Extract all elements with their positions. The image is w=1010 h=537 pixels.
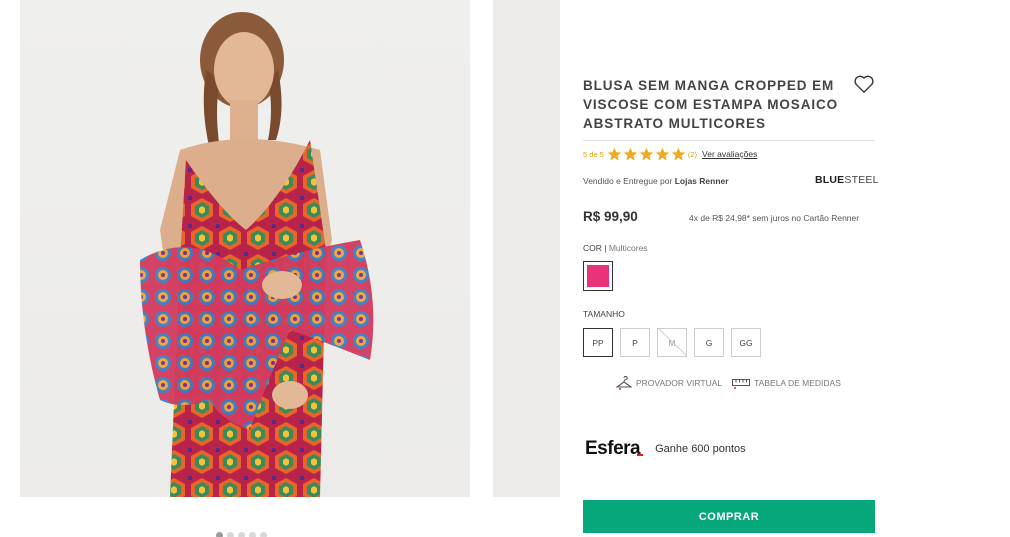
- rating-text: 5 de 5: [583, 149, 604, 159]
- loyalty-banner: Esfera Ganhe 600 pontos: [585, 438, 746, 460]
- brand-part-2: STEEL: [844, 174, 879, 186]
- size-tools: PROVADOR VIRTUAL TABELA DE MEDIDAS: [616, 376, 841, 390]
- seller-prefix: Vendido e Entregue por: [583, 176, 673, 186]
- product-secondary-image[interactable]: [493, 0, 560, 497]
- size-option-m[interactable]: M: [657, 328, 687, 357]
- esfera-logo: Esfera: [585, 438, 644, 459]
- size-option-pp[interactable]: PP: [583, 328, 613, 357]
- product-title: BLUSA SEM MANGA CROPPED EM VISCOSE COM E…: [583, 78, 839, 131]
- brand-part-1: BLUE: [815, 174, 845, 186]
- star-icon: [607, 147, 622, 160]
- gallery-pagination: [216, 532, 267, 537]
- star-icon: [639, 147, 654, 160]
- product-main-image[interactable]: [20, 0, 470, 497]
- size-option-gg[interactable]: GG: [731, 328, 761, 357]
- size-option-g[interactable]: G: [694, 328, 724, 357]
- gallery-dot-1[interactable]: [216, 532, 223, 537]
- title-divider: [583, 140, 875, 141]
- see-reviews-link[interactable]: Ver avaliações: [702, 149, 757, 159]
- star-icon: [655, 147, 670, 160]
- size-chart-label: TABELA DE MEDIDAS: [754, 378, 841, 388]
- ruler-icon: [732, 379, 751, 389]
- rating-count: (2): [687, 149, 698, 159]
- model-illustration: [140, 12, 374, 497]
- rating-row: 5 de 5 (2) Ver avaliações: [583, 146, 757, 162]
- hanger-icon: [616, 376, 632, 390]
- rating-stars: [607, 147, 686, 162]
- virtual-fitting-label: PROVADOR VIRTUAL: [636, 378, 723, 388]
- swatch-fill: [587, 265, 609, 287]
- star-icon: [671, 147, 686, 160]
- product-price: R$ 99,90: [583, 209, 638, 224]
- seller-info: Vendido e Entregue por Lojas Renner: [583, 176, 729, 186]
- virtual-fitting-link[interactable]: PROVADOR VIRTUAL: [616, 376, 722, 390]
- brand-logo[interactable]: BLUESTEEL: [815, 174, 879, 186]
- buy-button[interactable]: COMPRAR: [583, 500, 875, 533]
- size-label: TAMANHO: [583, 309, 625, 319]
- gallery-dot-2[interactable]: [227, 532, 234, 537]
- heart-icon: [854, 75, 874, 93]
- size-chart-link[interactable]: TABELA DE MEDIDAS: [732, 377, 841, 389]
- color-label: COR | Multicores: [583, 243, 648, 253]
- star-icon: [623, 147, 638, 160]
- installments-info: 4x de R$ 24,98* sem juros no Cartão Renn…: [689, 213, 860, 223]
- color-value: Multicores: [608, 243, 648, 253]
- gallery-dot-3[interactable]: [238, 532, 245, 537]
- gallery-dot-4[interactable]: [249, 532, 256, 537]
- color-label-text: COR: [583, 243, 602, 253]
- loyalty-points-text: Ganhe 600 pontos: [655, 443, 746, 455]
- size-option-p[interactable]: P: [620, 328, 650, 357]
- color-swatch-multicores[interactable]: [583, 261, 613, 291]
- size-selector: PP P M G GG: [583, 328, 761, 357]
- seller-name: Lojas Renner: [674, 176, 729, 186]
- favorite-button[interactable]: [853, 74, 875, 94]
- gallery-dot-5[interactable]: [260, 532, 267, 537]
